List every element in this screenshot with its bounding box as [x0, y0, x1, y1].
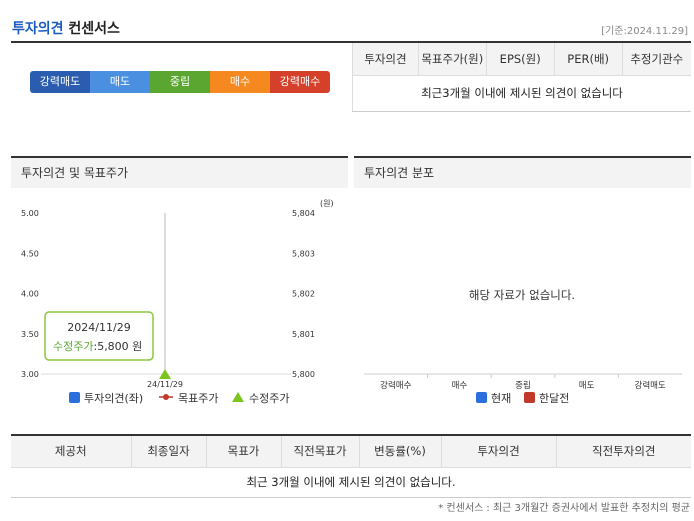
opinion-target-chart: (원) 5.00 5,804 4.50 5,803 4.00 5,802 3.50 5,801… — [21, 199, 334, 405]
col-per: PER(배) — [553, 43, 623, 76]
tooltip: 2024/11/29 수정주가:5,800 원 — [44, 311, 154, 361]
y-right-tick: 5,804 — [292, 209, 315, 218]
y-right-tick: 5,803 — [292, 249, 315, 258]
legend-swatch-opinion — [69, 392, 80, 403]
y-left-tick: 3.00 — [21, 370, 39, 379]
title-main: 투자의견 — [12, 21, 64, 37]
chart-legend: 현재 한달전 — [476, 392, 569, 405]
legend-adjusted: 수정주가 — [249, 392, 289, 405]
legend-current: 현재 — [491, 392, 511, 405]
consensus-table: 투자의견 목표주가(원) EPS(원) PER(배) 추정기관수 최근3개월 이… — [352, 43, 691, 112]
scale-buy: 매수 — [210, 71, 270, 93]
y-left-tick: 3.50 — [21, 330, 39, 339]
table-header-row: 제공처 최종일자 목표가 직전목표가 변동률(%) 투자의견 직전투자의견 — [11, 435, 691, 468]
legend-swatch-current — [476, 392, 487, 403]
col-estimators: 추정기관수 — [621, 43, 691, 76]
col-opinion: 투자의견 — [352, 43, 419, 76]
col-target: 목표가 — [205, 435, 281, 468]
col-prev-opinion: 직전투자의견 — [555, 435, 691, 468]
col-change-rate: 변동률(%) — [358, 435, 441, 468]
y-right-tick: 5,802 — [292, 290, 315, 299]
distribution-chart: 해당 자료가 없습니다. 강력매수 매수 중립 매도 강력매도 현재 한달전 — [364, 288, 682, 405]
legend-target: 목표주가 — [178, 392, 218, 405]
x-category-label: 매도 — [579, 381, 595, 391]
panel-title: 투자의견 및 목표주가 — [11, 158, 348, 188]
table-row: 최근 3개월 이내에 제시된 의견이 없습니다. — [11, 467, 691, 498]
empty-message: 최근3개월 이내에 제시된 의견이 없습니다 — [352, 75, 691, 112]
empty-message: 해당 자료가 없습니다. — [469, 288, 575, 302]
title-sub: 컨센서스 — [68, 21, 120, 37]
col-last-date: 최종일자 — [130, 435, 206, 468]
legend-swatch-month-ago — [524, 392, 535, 403]
legend-swatch-adjusted — [232, 392, 244, 402]
tooltip-date: 2024/11/29 — [67, 321, 130, 334]
scale-strong-buy: 강력매수 — [270, 71, 330, 93]
scale-neutral: 중립 — [150, 71, 210, 93]
scale-sell: 매도 — [90, 71, 150, 93]
unit-label: (원) — [320, 199, 334, 208]
y-left-tick: 4.00 — [21, 290, 39, 299]
y-left-tick: 4.50 — [21, 249, 39, 258]
panel-title: 투자의견 분포 — [354, 158, 691, 188]
col-provider: 제공처 — [11, 435, 131, 468]
tooltip-value-line: 수정주가:5,800 원 — [53, 340, 142, 353]
x-category-label: 중립 — [515, 381, 531, 391]
y-right-tick: 5,800 — [292, 370, 315, 379]
opinion-target-panel: 투자의견 및 목표주가 (원) 5.00 5,804 4.50 5,803 4.00 5,… — [11, 156, 348, 418]
y-right-tick: 5,801 — [292, 330, 315, 339]
broker-opinions-table: 제공처 최종일자 목표가 직전목표가 변동률(%) 투자의견 직전투자의견 최근… — [11, 434, 691, 498]
chart-legend: 투자의견(좌) 목표주가 수정주가 — [69, 392, 289, 405]
col-target-price: 목표주가(원) — [417, 43, 487, 76]
reference-date: [기준:2024.11.29] — [601, 26, 688, 37]
x-tick-label: 24/11/29 — [147, 380, 183, 389]
x-category-label: 강력매도 — [635, 380, 666, 391]
col-opinion: 투자의견 — [440, 435, 556, 468]
table-header-row: 투자의견 목표주가(원) EPS(원) PER(배) 추정기관수 — [352, 43, 691, 76]
x-category-label: 매수 — [452, 381, 468, 391]
empty-message: 최근 3개월 이내에 제시된 의견이 없습니다. — [11, 467, 691, 498]
page-title: 투자의견 컨센서스 — [12, 18, 120, 38]
legend-opinion: 투자의견(좌) — [84, 392, 143, 405]
x-category-label: 강력매수 — [380, 380, 411, 391]
col-eps: EPS(원) — [485, 43, 555, 76]
footnote: * 컨센서스 : 최근 3개월간 증권사에서 발표한 추정치의 평균 — [438, 503, 690, 514]
legend-month-ago: 한달전 — [539, 392, 569, 405]
scale-strong-sell: 강력매도 — [30, 71, 90, 93]
table-row: 최근3개월 이내에 제시된 의견이 없습니다 — [352, 75, 691, 112]
y-left-tick: 5.00 — [21, 209, 39, 218]
legend-swatch-target — [163, 394, 169, 400]
opinion-distribution-panel: 투자의견 분포 해당 자료가 없습니다. 강력매수 매수 중립 매도 강력매도 현재 한… — [354, 156, 691, 418]
col-prev-target: 직전목표가 — [280, 435, 359, 468]
